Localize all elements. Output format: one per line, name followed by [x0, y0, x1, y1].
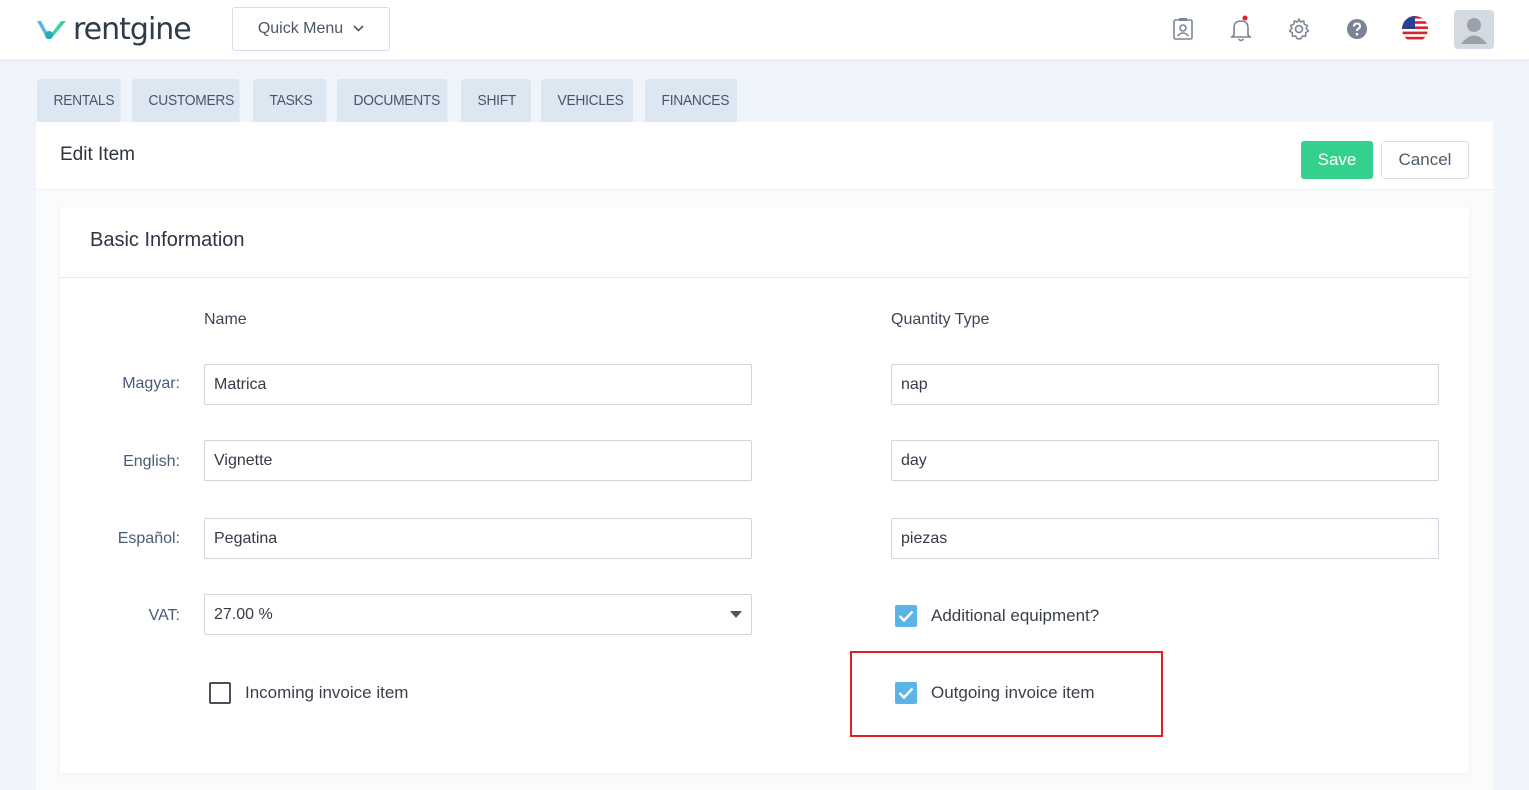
outgoing-invoice-checkbox[interactable]: Outgoing invoice item [895, 682, 1094, 704]
brand-name: rentgine [73, 12, 192, 47]
tab-shift[interactable]: SHIFT [461, 79, 531, 122]
quantity-field-espanol[interactable] [891, 518, 1439, 559]
language-label-magyar: Magyar: [122, 375, 180, 392]
gear-icon[interactable] [1284, 14, 1314, 44]
quick-menu-label: Quick Menu [257, 20, 344, 37]
name-field-english[interactable] [204, 440, 752, 481]
checkbox-unchecked-icon [209, 682, 231, 704]
dropdown-arrow-icon [730, 611, 742, 618]
chevron-down-icon [353, 23, 364, 35]
vat-label: VAT: [148, 607, 180, 624]
help-icon[interactable] [1342, 14, 1372, 44]
top-bar: rentgine Quick Menu [0, 0, 1529, 59]
tab-customers[interactable]: CUSTOMERS [132, 79, 240, 122]
rentgine-logo[interactable]: rentgine [35, 12, 192, 48]
name-field-espanol[interactable] [204, 518, 752, 559]
additional-equipment-label: Additional equipment? [931, 606, 1100, 625]
checkbox-checked-icon [895, 605, 917, 627]
cancel-button[interactable]: Cancel [1381, 141, 1469, 179]
page-title: Edit Item [60, 144, 135, 165]
language-label-english: English: [123, 453, 180, 470]
quantity-field-magyar[interactable] [891, 364, 1439, 405]
panel-header: Edit Item Save Cancel [36, 122, 1493, 190]
logo-mark-icon [37, 21, 66, 39]
tab-documents[interactable]: DOCUMENTS [337, 79, 448, 122]
quick-menu-button[interactable]: Quick Menu [232, 7, 390, 51]
quantity-type-column-header: Quantity Type [891, 311, 990, 328]
incoming-invoice-label: Incoming invoice item [245, 683, 409, 702]
tab-tasks[interactable]: TASKS [253, 79, 327, 122]
tab-rentals[interactable]: RENTALS [37, 79, 121, 122]
language-label-espanol: Español: [117, 530, 180, 547]
name-column-header: Name [204, 311, 247, 328]
contact-card-icon[interactable] [1168, 14, 1198, 44]
outgoing-invoice-label: Outgoing invoice item [931, 683, 1095, 702]
vat-select-value: 27.00 % [204, 594, 752, 635]
checkbox-checked-icon [895, 682, 917, 704]
tab-finances[interactable]: FINANCES [645, 79, 737, 122]
bell-icon[interactable] [1226, 14, 1256, 44]
tab-vehicles[interactable]: VEHICLES [541, 79, 633, 122]
name-field-magyar[interactable] [204, 364, 752, 405]
section-title: Basic Information [90, 229, 245, 251]
edit-item-panel: Edit Item Save Cancel Basic Information … [36, 122, 1493, 790]
section-divider [60, 277, 1469, 278]
main-nav-tabs: RENTALS CUSTOMERS TASKS DOCUMENTS SHIFT … [37, 79, 749, 122]
user-avatar-icon[interactable] [1454, 10, 1494, 49]
incoming-invoice-checkbox[interactable]: Incoming invoice item [209, 682, 408, 704]
basic-information-card: Basic Information Name Quantity Type Mag… [60, 207, 1469, 773]
additional-equipment-checkbox[interactable]: Additional equipment? [895, 605, 1099, 627]
us-flag-icon[interactable] [1400, 14, 1430, 44]
vat-select[interactable]: 27.00 % [204, 594, 752, 635]
save-button[interactable]: Save [1301, 141, 1373, 179]
quantity-field-english[interactable] [891, 440, 1439, 481]
